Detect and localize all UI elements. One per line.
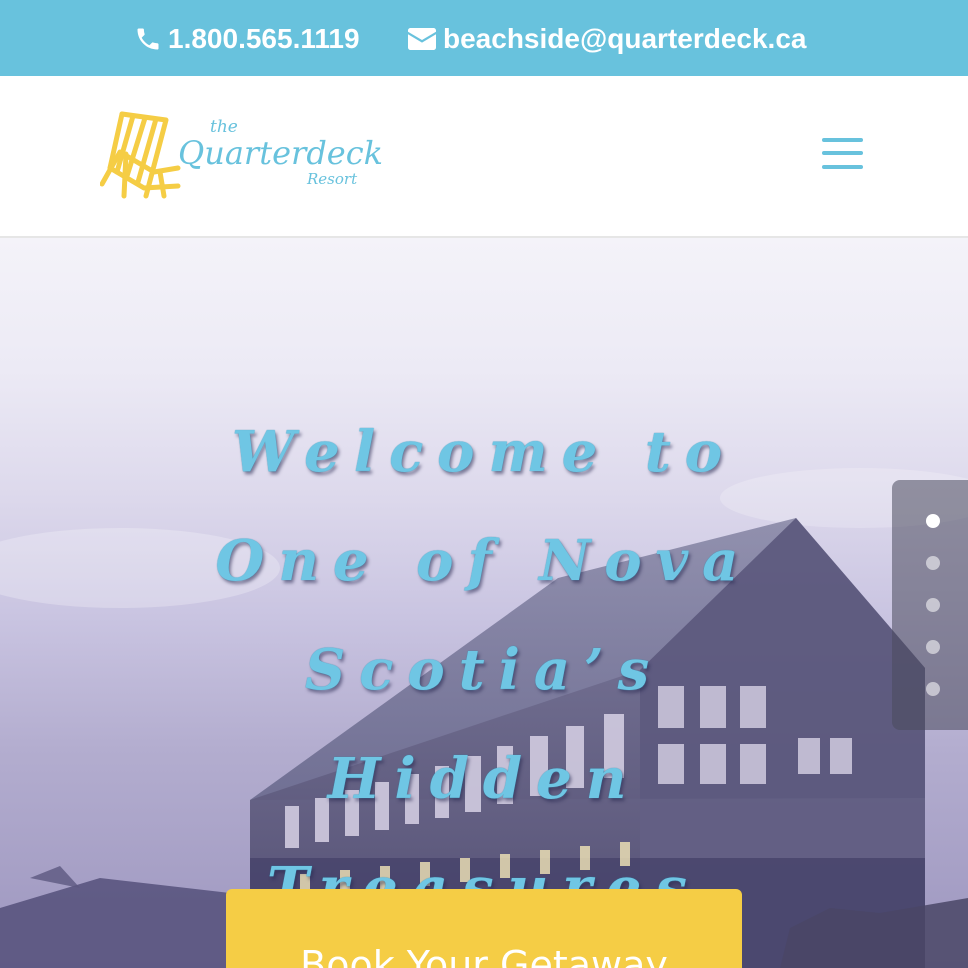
slider-dot-5[interactable]	[926, 682, 940, 696]
site-header: the Quarterdeck Resort	[0, 76, 968, 238]
email-address: beachside@quarterdeck.ca	[443, 23, 807, 54]
slider-dot-3[interactable]	[926, 598, 940, 612]
phone-icon	[134, 25, 162, 53]
hero-title: Welcome to One of Nova Scotia’s Hidden T…	[215, 419, 753, 921]
phone-number: 1.800.565.1119	[168, 23, 360, 54]
quarterdeck-logo[interactable]: the Quarterdeck Resort	[99, 110, 400, 202]
hero-section: Welcome to One of Nova Scotia’s Hidden T…	[0, 238, 968, 968]
logo-name: Quarterdeck	[178, 134, 383, 172]
slider-dots	[892, 480, 968, 730]
envelope-icon	[407, 27, 437, 51]
slider-dot-1[interactable]	[926, 514, 940, 528]
top-contact-bar: 1.800.565.1119 beachside@quarterdeck.ca	[0, 0, 968, 76]
beach-chair-icon	[99, 111, 181, 199]
email-link[interactable]: beachside@quarterdeck.ca	[407, 20, 806, 58]
book-getaway-button[interactable]: Book Your Getaway	[226, 889, 742, 968]
hamburger-menu-icon[interactable]	[822, 138, 864, 170]
slider-dot-2[interactable]	[926, 556, 940, 570]
phone-link[interactable]: 1.800.565.1119	[134, 20, 360, 58]
slider-dot-4[interactable]	[926, 640, 940, 654]
logo-resort: Resort	[306, 170, 358, 188]
